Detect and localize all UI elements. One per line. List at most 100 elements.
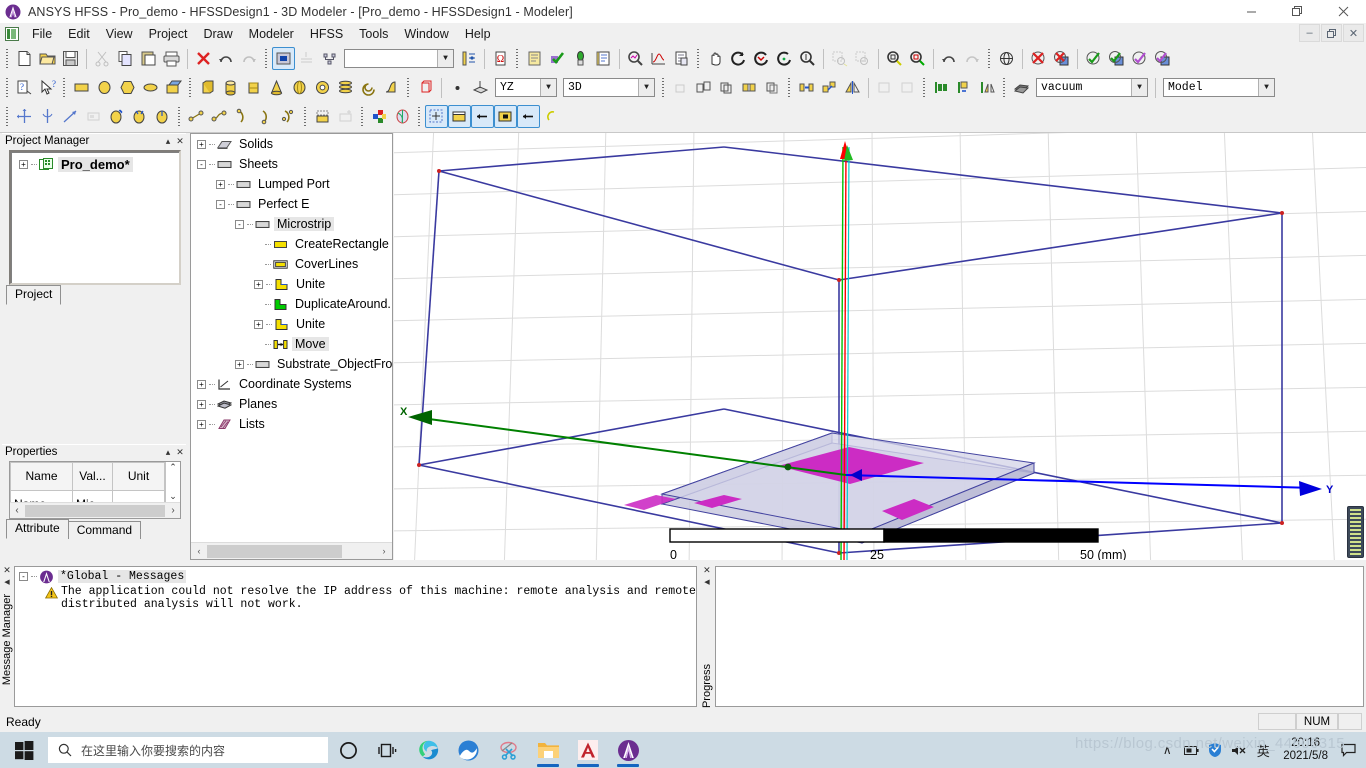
tree-node-planes[interactable]: +Planes bbox=[191, 394, 392, 414]
align-faces-button[interactable] bbox=[795, 76, 818, 99]
scroll-left-icon[interactable]: ‹ bbox=[191, 544, 207, 559]
volume-muted-icon[interactable] bbox=[1227, 732, 1251, 768]
coordinate-system-combo[interactable]: ▼ bbox=[344, 49, 454, 68]
expand-icon[interactable]: + bbox=[254, 320, 263, 329]
tree-node-move[interactable]: Move bbox=[191, 334, 392, 354]
toolbar-grip[interactable] bbox=[61, 77, 68, 99]
menu-modeler[interactable]: Modeler bbox=[241, 25, 302, 43]
ime-icon[interactable]: 英 bbox=[1251, 732, 1275, 768]
start-button[interactable] bbox=[0, 732, 48, 768]
menu-view[interactable]: View bbox=[98, 25, 141, 43]
toolbar-grip[interactable] bbox=[4, 77, 11, 99]
expand-icon[interactable]: + bbox=[254, 280, 263, 289]
sweep-along-vector-button[interactable] bbox=[669, 76, 692, 99]
select-objects-button[interactable] bbox=[272, 47, 295, 70]
draw-sphere-button[interactable] bbox=[288, 76, 311, 99]
toolbar-grip[interactable] bbox=[416, 106, 423, 128]
whats-this-button[interactable]: ? bbox=[36, 76, 59, 99]
model-tree[interactable]: +Solids-Sheets+Lumped Port-Perfect E-Mic… bbox=[191, 134, 392, 541]
select-faces-button[interactable] bbox=[295, 47, 318, 70]
draw-torus-button[interactable] bbox=[311, 76, 334, 99]
plot-report-button[interactable] bbox=[647, 47, 670, 70]
hide-unselected-button[interactable] bbox=[1050, 47, 1073, 70]
menu-file[interactable]: File bbox=[24, 25, 60, 43]
chevron-down-icon[interactable]: ▼ bbox=[1131, 79, 1147, 96]
minimize-button[interactable] bbox=[1228, 0, 1274, 23]
toolbar-grip[interactable] bbox=[359, 106, 366, 128]
security-icon[interactable] bbox=[1203, 732, 1227, 768]
toolbar-grip[interactable] bbox=[187, 77, 194, 99]
duplicate-mirror-button[interactable] bbox=[692, 76, 715, 99]
draw-arc-center-button[interactable] bbox=[231, 105, 254, 128]
message-list[interactable]: - *Global - Messages bbox=[14, 566, 697, 707]
file-explorer-icon[interactable] bbox=[528, 732, 568, 768]
list-item[interactable]: The application could not resolve the IP… bbox=[15, 585, 696, 611]
modeler-3d-scene[interactable]: X Y 0 25 50 (mm) bbox=[394, 133, 1366, 560]
menu-tools[interactable]: Tools bbox=[351, 25, 396, 43]
properties-hscrollbar[interactable]: ‹ › bbox=[10, 502, 180, 518]
pin-icon[interactable]: ◀ bbox=[704, 578, 709, 586]
progress-panel[interactable] bbox=[715, 566, 1364, 707]
cortana-icon[interactable] bbox=[328, 732, 368, 768]
collapse-icon[interactable]: - bbox=[216, 200, 225, 209]
tree-node-unite[interactable]: +Unite bbox=[191, 274, 392, 294]
ansys-icon[interactable] bbox=[608, 732, 648, 768]
previous-view-button[interactable] bbox=[938, 47, 961, 70]
properties-grid[interactable]: Name Val... Unit Name Mic... ⌃ ⌄ ‹ bbox=[9, 461, 181, 519]
tree-node-microstrip[interactable]: -Microstrip bbox=[191, 214, 392, 234]
modeler-3d-viewport[interactable]: X Y 0 25 50 (mm) bbox=[394, 133, 1366, 560]
draw-regular-polygon-button[interactable] bbox=[116, 76, 139, 99]
open-button[interactable] bbox=[36, 47, 59, 70]
edge-icon[interactable] bbox=[408, 732, 448, 768]
toolbar-grip[interactable] bbox=[405, 77, 412, 99]
toolbar-grip[interactable] bbox=[176, 106, 183, 128]
validation-check-list-button[interactable] bbox=[523, 47, 546, 70]
collapse-icon[interactable]: ▴ bbox=[162, 136, 174, 147]
toolbar-grip[interactable] bbox=[921, 77, 928, 99]
mode-select-combo[interactable]: 3D ▼ bbox=[563, 78, 655, 97]
copy-button[interactable] bbox=[114, 47, 137, 70]
snap-to-face-center-button[interactable] bbox=[494, 105, 517, 128]
collapse-icon[interactable]: - bbox=[19, 572, 28, 581]
cut-button[interactable] bbox=[91, 47, 114, 70]
close-icon[interactable]: ✕ bbox=[703, 565, 711, 576]
duplicate-around-axis-button[interactable] bbox=[738, 76, 761, 99]
mesh-view-button[interactable] bbox=[391, 105, 414, 128]
mdi-restore-button[interactable] bbox=[1321, 24, 1342, 42]
assign-material-button[interactable] bbox=[1010, 76, 1033, 99]
redo-button[interactable] bbox=[238, 47, 261, 70]
document-system-icon[interactable] bbox=[5, 27, 19, 41]
new-button[interactable] bbox=[13, 47, 36, 70]
validate-button[interactable] bbox=[546, 47, 569, 70]
tree-node-lumped-port[interactable]: +Lumped Port bbox=[191, 174, 392, 194]
dynamic-rotate-button[interactable] bbox=[750, 47, 773, 70]
snap-to-grid-button[interactable] bbox=[425, 105, 448, 128]
toolbar-grip[interactable] bbox=[514, 48, 521, 70]
print-button[interactable] bbox=[160, 47, 183, 70]
project-tree[interactable]: + Pro_demo* bbox=[9, 150, 181, 285]
model-select-combo[interactable]: Model ▼ bbox=[1163, 78, 1275, 97]
toolbar-grip[interactable] bbox=[986, 48, 993, 70]
draw-ellipse-button[interactable] bbox=[139, 76, 162, 99]
scroll-thumb[interactable] bbox=[207, 545, 342, 558]
draw-rectangle-button[interactable] bbox=[70, 76, 93, 99]
report-sheet-button[interactable] bbox=[670, 47, 693, 70]
scroll-thumb[interactable] bbox=[25, 505, 165, 517]
arrange-move-button[interactable] bbox=[930, 76, 953, 99]
toolbar-grip[interactable] bbox=[660, 77, 667, 99]
toolbar-grip[interactable] bbox=[1001, 77, 1008, 99]
draw-line-button[interactable] bbox=[185, 105, 208, 128]
close-icon[interactable]: ✕ bbox=[3, 565, 11, 576]
draw-plane-button[interactable] bbox=[469, 76, 492, 99]
tree-node-unite[interactable]: +Unite bbox=[191, 314, 392, 334]
pan-button[interactable] bbox=[704, 47, 727, 70]
delete-button[interactable] bbox=[192, 47, 215, 70]
intersect-button[interactable] bbox=[896, 76, 919, 99]
toolbar-grip[interactable] bbox=[4, 106, 11, 128]
tree-node-perfect-e[interactable]: -Perfect E bbox=[191, 194, 392, 214]
tree-node-coordinate-systems[interactable]: +Coordinate Systems bbox=[191, 374, 392, 394]
message-root-node[interactable]: - *Global - Messages bbox=[15, 567, 696, 583]
expand-icon[interactable]: + bbox=[19, 160, 28, 169]
paste-button[interactable] bbox=[137, 47, 160, 70]
subtract-button[interactable] bbox=[873, 76, 896, 99]
